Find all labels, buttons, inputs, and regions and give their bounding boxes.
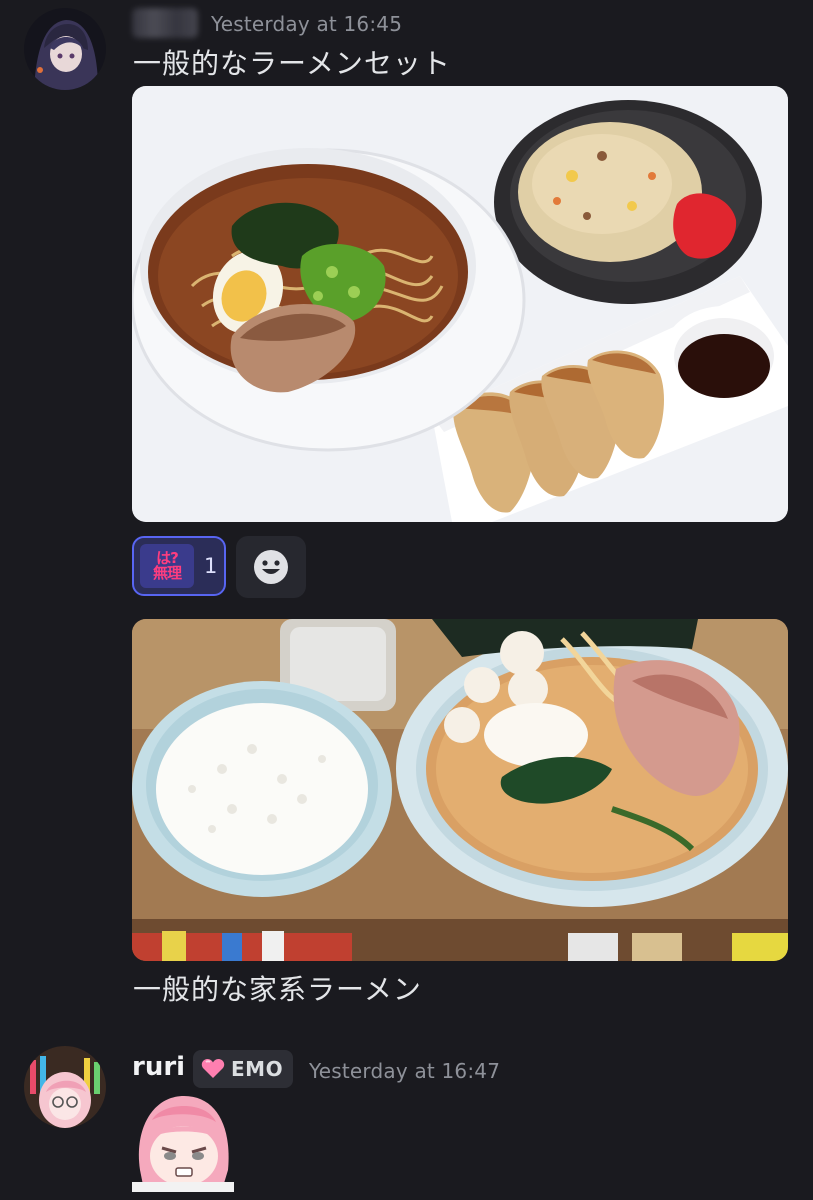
reaction-button[interactable]: は? 無理 1 bbox=[132, 536, 226, 596]
ramen-set-photo-icon bbox=[132, 86, 788, 522]
emoji-text-bottom: 無理 bbox=[152, 564, 182, 582]
redacted-username bbox=[132, 8, 198, 38]
tag-label: EMO bbox=[231, 1057, 284, 1081]
iekei-ramen-image[interactable] bbox=[132, 619, 788, 961]
custom-emoji-icon: は? 無理 bbox=[140, 544, 194, 588]
message-text: 一般的なラーメンセット bbox=[133, 47, 451, 80]
sticker[interactable] bbox=[132, 1090, 234, 1192]
add-reaction-smiley-icon bbox=[254, 550, 288, 584]
role-tag[interactable]: EMO bbox=[193, 1050, 294, 1088]
iekei-ramen-photo-icon bbox=[132, 619, 788, 961]
message-timestamp: Yesterday at 16:45 bbox=[211, 12, 403, 36]
ramen-set-image[interactable] bbox=[132, 86, 788, 522]
author-avatar[interactable] bbox=[24, 1046, 106, 1128]
username[interactable]: ruri bbox=[132, 1052, 185, 1082]
message-timestamp: Yesterday at 16:47 bbox=[309, 1059, 501, 1083]
message-text: 一般的な家系ラーメン bbox=[133, 973, 422, 1006]
author-avatar[interactable] bbox=[24, 8, 106, 90]
reaction-count: 1 bbox=[204, 554, 218, 578]
pink-heart-icon bbox=[201, 1059, 225, 1078]
angry-pink-hair-sticker-icon bbox=[132, 1096, 234, 1192]
add-reaction-button[interactable] bbox=[236, 536, 306, 598]
